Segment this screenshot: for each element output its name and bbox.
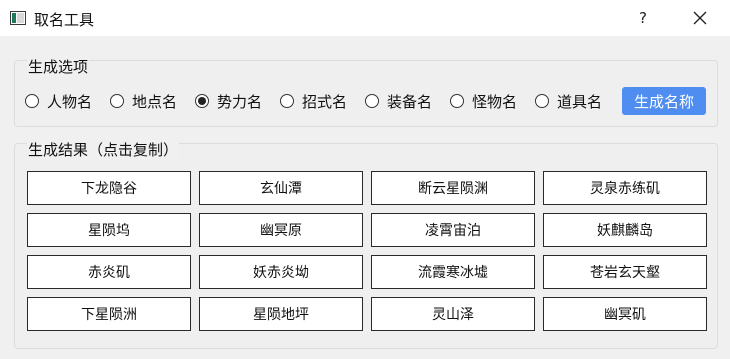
title-bar: 取名工具 ? [0,0,730,36]
radio-button-icon [450,94,464,108]
radio-label: 势力名 [217,92,263,111]
app-window-icon [10,11,26,25]
radio-label: 地点名 [132,92,178,111]
radio-label: 道具名 [557,92,603,111]
results-group-title: 生成结果（点击复制） [27,139,180,160]
radio-monster-name[interactable]: 怪物名 [450,88,535,114]
radio-label: 人物名 [47,92,93,111]
radio-move-name[interactable]: 招式名 [280,88,365,114]
radio-item-name[interactable]: 道具名 [535,88,620,114]
generate-names-button[interactable]: 生成名称 [622,87,706,115]
name-result-button[interactable]: 苍岩玄天壑 [543,255,707,289]
radio-button-icon [110,94,124,108]
generation-options-group: 生成选项 人物名 地点名 势力名 招式名 装备名 怪物名 道具名 生成名称 [14,56,718,127]
name-result-button[interactable]: 凌霄宙泊 [371,213,535,247]
name-result-button[interactable]: 幽冥矶 [543,297,707,331]
options-group-title: 生成选项 [27,56,90,77]
radio-label: 装备名 [387,92,433,111]
name-result-button[interactable]: 妖赤炎坳 [199,255,363,289]
name-result-button[interactable]: 灵山泽 [371,297,535,331]
name-result-button[interactable]: 断云星陨渊 [371,171,535,205]
radio-button-icon [365,94,379,108]
close-button[interactable] [684,3,716,33]
radio-label: 怪物名 [472,92,518,111]
name-result-button[interactable]: 妖麒麟岛 [543,213,707,247]
name-result-button[interactable]: 星陨坞 [27,213,191,247]
results-grid: 下龙隐谷 玄仙潭 断云星陨渊 灵泉赤练矶 星陨坞 幽冥原 凌霄宙泊 妖麒麟岛 赤… [27,171,707,331]
name-result-button[interactable]: 灵泉赤练矶 [543,171,707,205]
name-result-button[interactable]: 流霞寒冰墟 [371,255,535,289]
radio-button-icon [535,94,549,108]
name-result-button[interactable]: 下星陨洲 [27,297,191,331]
generation-results-group: 生成结果（点击复制） 下龙隐谷 玄仙潭 断云星陨渊 灵泉赤练矶 星陨坞 幽冥原 … [14,139,718,349]
name-result-button[interactable]: 玄仙潭 [199,171,363,205]
name-result-button[interactable]: 幽冥原 [199,213,363,247]
help-button[interactable]: ? [628,3,658,33]
window-title: 取名工具 [34,11,95,29]
name-result-button[interactable]: 赤炎矶 [27,255,191,289]
radio-place-name[interactable]: 地点名 [110,88,195,114]
name-type-radio-group: 人物名 地点名 势力名 招式名 装备名 怪物名 道具名 [25,88,620,114]
close-icon [693,11,707,25]
radio-faction-name[interactable]: 势力名 [195,88,280,114]
radio-button-icon [280,94,294,108]
radio-button-checked-icon [195,94,209,108]
radio-person-name[interactable]: 人物名 [25,88,110,114]
radio-label: 招式名 [302,92,348,111]
name-result-button[interactable]: 下龙隐谷 [27,171,191,205]
name-result-button[interactable]: 星陨地坪 [199,297,363,331]
radio-button-icon [25,94,39,108]
radio-equipment-name[interactable]: 装备名 [365,88,450,114]
